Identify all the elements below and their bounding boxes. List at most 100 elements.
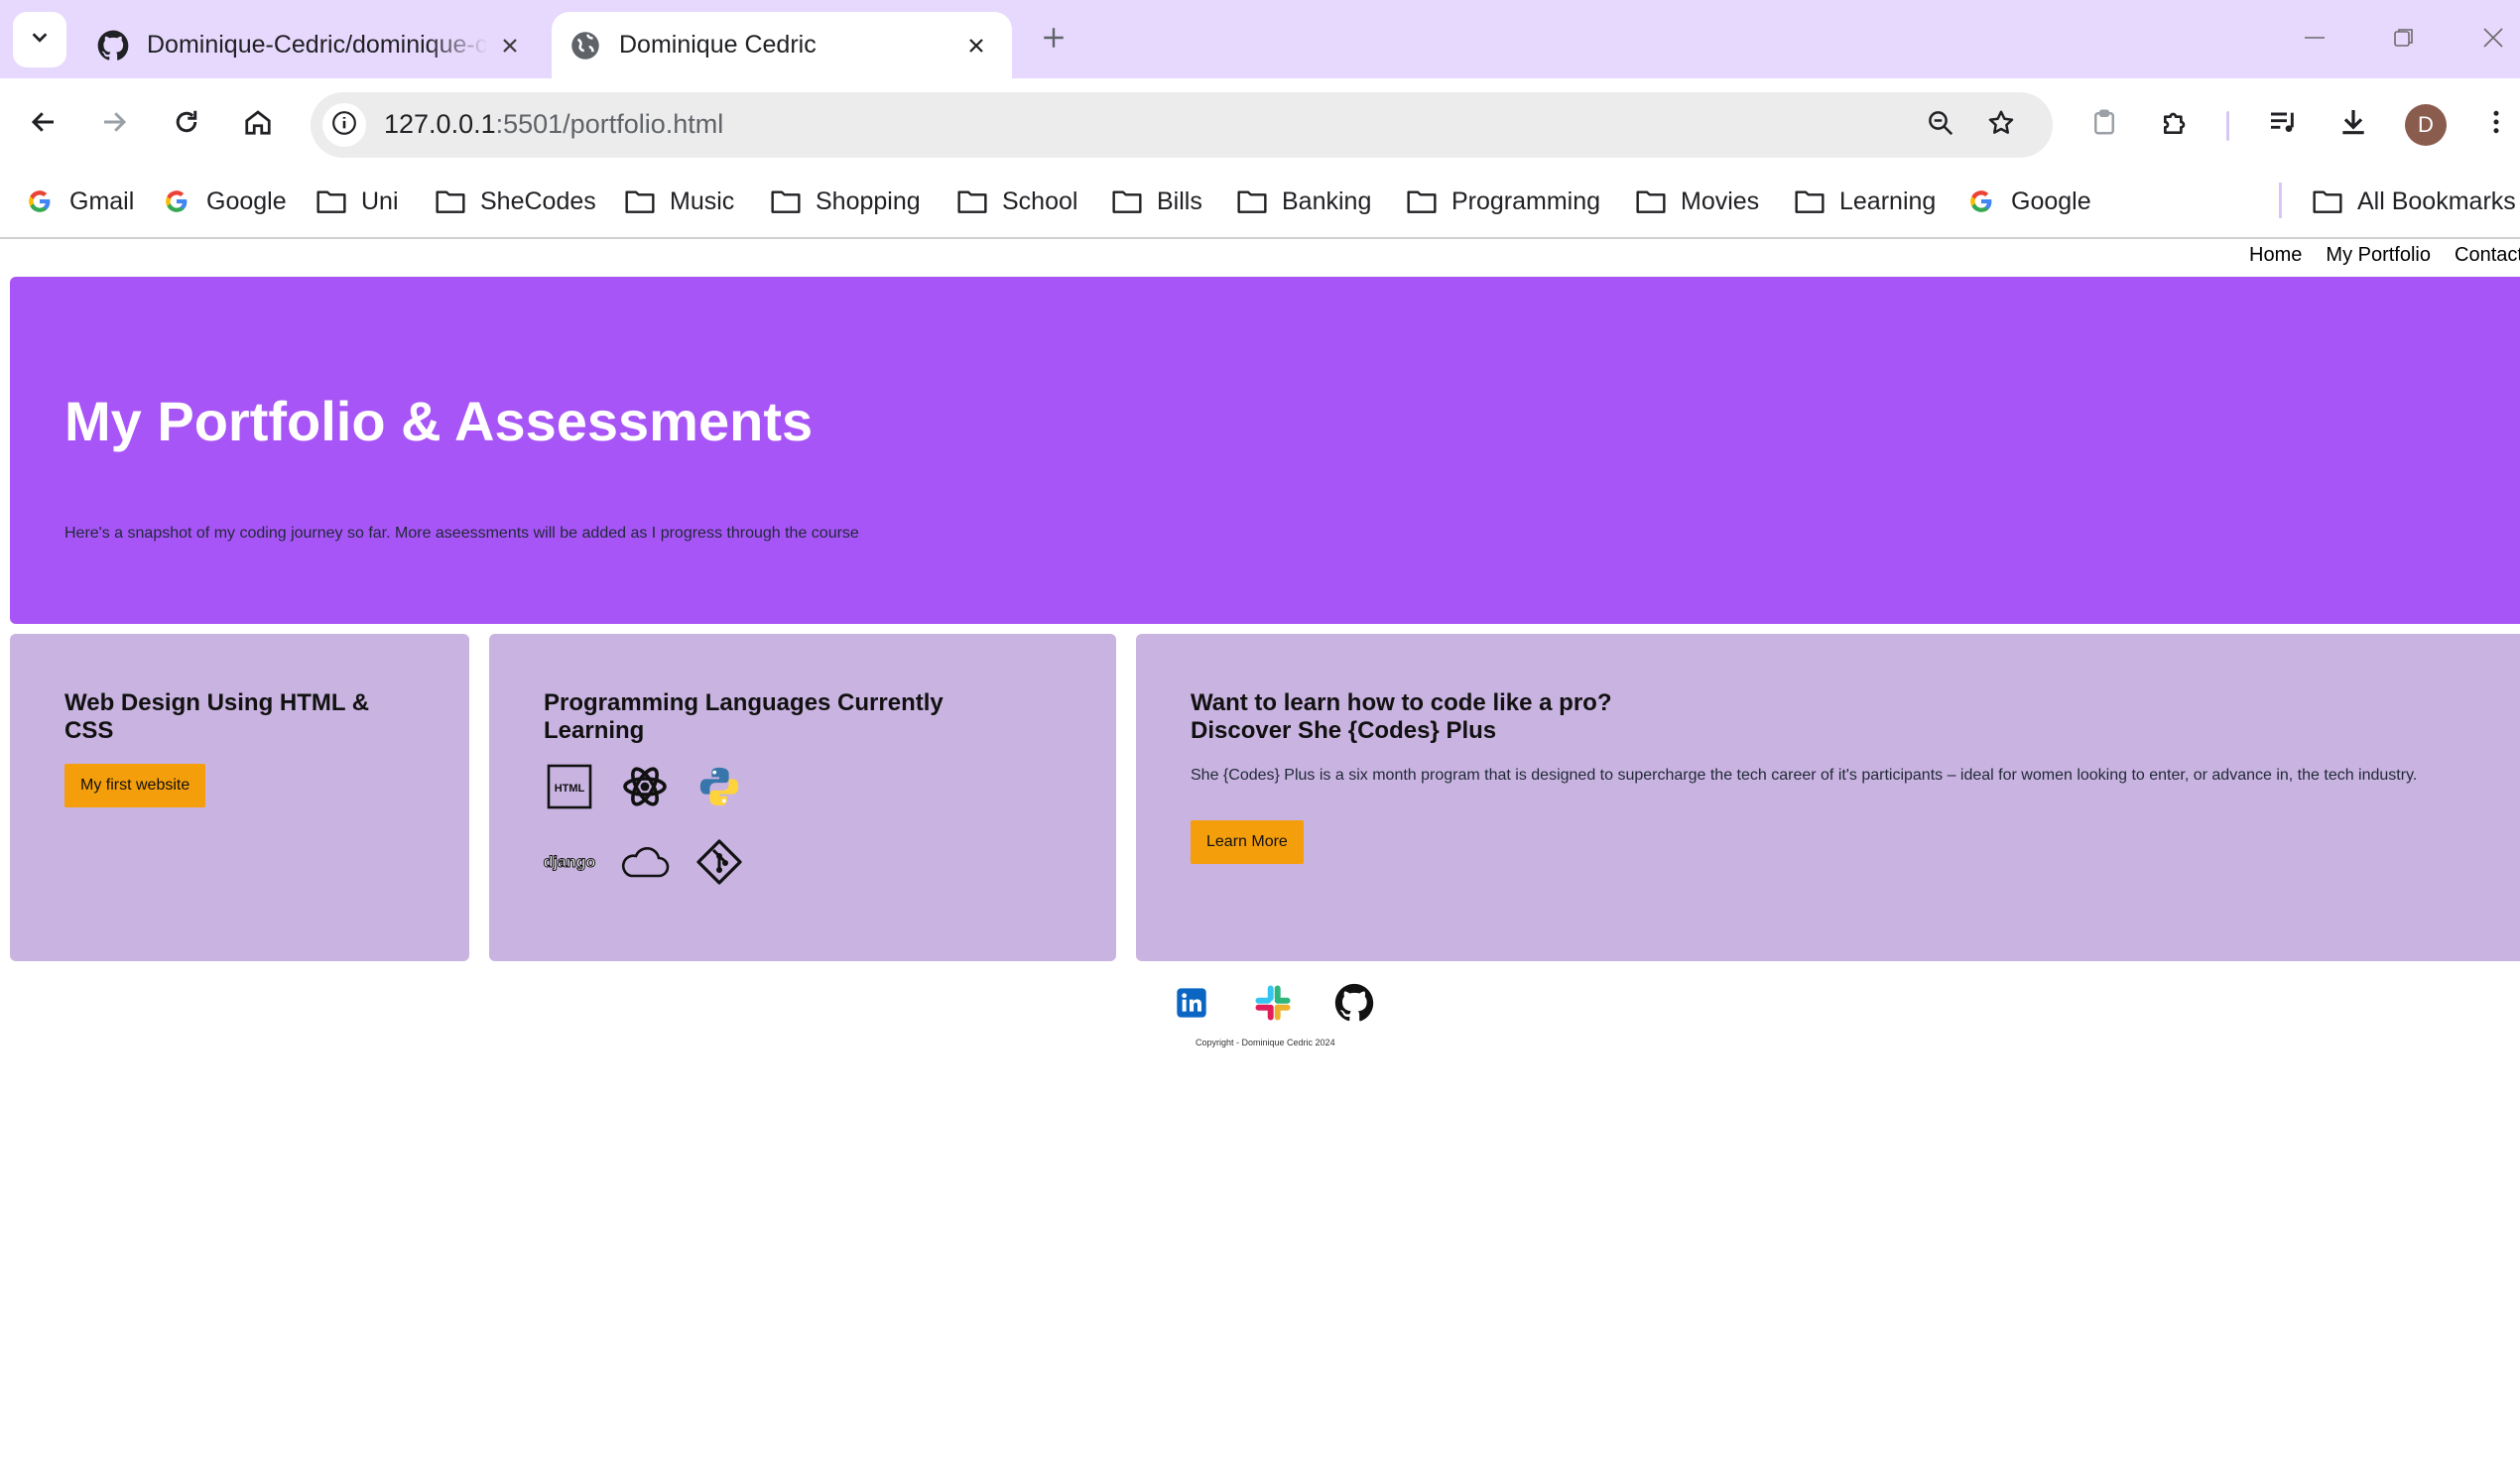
html-icon: HTML [543,760,596,813]
chevron-down-icon [29,27,51,54]
tab-title: Dominique-Cedric/dominique-cedric [147,31,488,59]
bookmark-learning[interactable]: Learning [1794,181,1936,222]
nav-contact-link[interactable]: Contact [2455,244,2520,274]
downloads-button[interactable] [2331,101,2376,147]
learn-more-button[interactable]: Learn More [1191,820,1304,864]
folder-icon [435,185,466,217]
back-button[interactable] [20,100,67,148]
close-icon[interactable] [488,24,532,67]
react-icon [618,760,672,813]
restore-button[interactable] [2369,10,2439,69]
bookmark-shecodes[interactable]: SheCodes [435,181,596,222]
google-icon [24,185,56,217]
tab-title: Dominique Cedric [619,31,817,59]
home-icon [243,107,273,142]
bookmark-google[interactable]: Google [1965,181,2091,222]
star-icon [1986,108,2016,143]
site-nav: Home My Portfolio Contact [2249,244,2520,274]
minimize-icon [2303,26,2327,55]
bookmark-music[interactable]: Music [624,181,734,222]
bookmark-bills[interactable]: Bills [1111,181,1202,222]
minimize-button[interactable] [2280,10,2349,69]
bookmark-shopping[interactable]: Shopping [770,181,921,222]
hero-subtitle: Here's a snapshot of my coding journey s… [64,525,859,542]
bookmark-banking[interactable]: Banking [1236,181,1371,222]
folder-icon [1111,185,1143,217]
zoom-out-icon [1926,108,1955,143]
shecodes-description: She {Codes} Plus is a six month program … [1191,767,2418,784]
bookmark-label: Shopping [816,186,921,215]
shecodes-title: Want to learn how to code like a pro? Dis… [1191,689,1885,745]
django-icon: django [543,835,596,889]
queue-music-icon [2267,106,2299,143]
clipboard-button[interactable] [2081,101,2127,147]
bookmark-star-button[interactable] [1980,104,2022,146]
linkedin-icon[interactable] [1171,982,1212,1024]
bookmark-google[interactable]: Google [161,181,287,222]
download-icon [2337,106,2369,143]
close-window-button[interactable] [2458,10,2520,69]
forward-button[interactable] [90,100,138,148]
languages-card: Programming Languages Currently Learning… [489,634,1116,961]
reload-button[interactable] [163,100,210,148]
hero-title: My Portfolio & Assessments [64,390,814,452]
zoom-button[interactable] [1920,104,1961,146]
github-icon[interactable] [1333,982,1375,1024]
puzzle-icon [2160,106,2192,143]
bookmark-movies[interactable]: Movies [1635,181,1759,222]
url-host: 127.0.0.1 [384,109,496,139]
browser-toolbar: 127.0.0.1:5501/portfolio.html D [0,78,2520,169]
site-info-button[interactable] [322,103,366,147]
social-links [1171,978,1375,1028]
bookmarks-bar: Gmail Google Uni SheCodes Music Shopping Schoo… [0,169,2520,239]
nav-home-link[interactable]: Home [2249,244,2302,274]
clipboard-icon [2089,107,2119,142]
bookmark-gmail[interactable]: Gmail [24,181,134,222]
bookmark-label: Gmail [69,186,135,215]
web-design-card: Web Design Using HTML & CSS My first web… [10,634,469,961]
home-button[interactable] [234,100,282,148]
hero-banner: My Portfolio & Assessments Here's a snap… [10,277,2520,624]
arrow-right-icon [99,107,129,142]
plus-icon [1041,25,1067,56]
cloud-icon [618,835,672,889]
tab-dominique-cedric[interactable]: Dominique Cedric [552,12,1012,78]
tab-github[interactable]: Dominique-Cedric/dominique-cedric [79,12,546,78]
media-controls-button[interactable] [2260,101,2306,147]
bookmark-uni[interactable]: Uni [315,181,399,222]
bookmark-label: Programming [1451,186,1601,215]
svg-text:django: django [544,854,596,871]
globe-icon [567,28,603,63]
close-icon[interactable] [954,24,998,67]
tab-search-button[interactable] [13,12,66,67]
folder-icon [624,185,656,217]
bookmark-label: Learning [1839,186,1937,215]
menu-button[interactable] [2473,101,2519,147]
bookmark-label: Music [670,186,735,215]
copyright-text: Copyright - Dominique Cedric 2024 [1196,1038,1335,1047]
bookmark-school[interactable]: School [956,181,1077,222]
my-first-website-button[interactable]: My first website [64,764,206,807]
profile-avatar[interactable]: D [2405,104,2447,146]
new-tab-button[interactable] [1032,18,1075,62]
address-bar[interactable]: 127.0.0.1:5501/portfolio.html [311,92,2053,158]
google-icon [161,185,192,217]
bookmarks-divider [2279,183,2282,218]
bookmark-label: Movies [1681,186,1760,215]
shecodes-title-line1: Want to learn how to code like a pro? [1191,689,1612,716]
nav-portfolio-link[interactable]: My Portfolio [2326,244,2431,274]
url-path: :5501/portfolio.html [495,109,724,139]
restore-icon [2392,26,2416,55]
bookmark-label: Banking [1282,186,1372,215]
all-bookmarks-button[interactable]: All Bookmarks [2312,181,2516,222]
bookmark-label: SheCodes [480,186,596,215]
url-text[interactable]: 127.0.0.1:5501/portfolio.html [384,109,723,140]
extensions-button[interactable] [2153,101,2199,147]
folder-icon [1236,185,1268,217]
slack-icon[interactable] [1252,982,1294,1024]
web-design-title: Web Design Using HTML & CSS [64,689,370,744]
bookmark-label: Google [206,186,287,215]
more-vertical-icon [2481,107,2511,142]
all-bookmarks-label: All Bookmarks [2357,186,2516,215]
bookmark-programming[interactable]: Programming [1406,181,1600,222]
